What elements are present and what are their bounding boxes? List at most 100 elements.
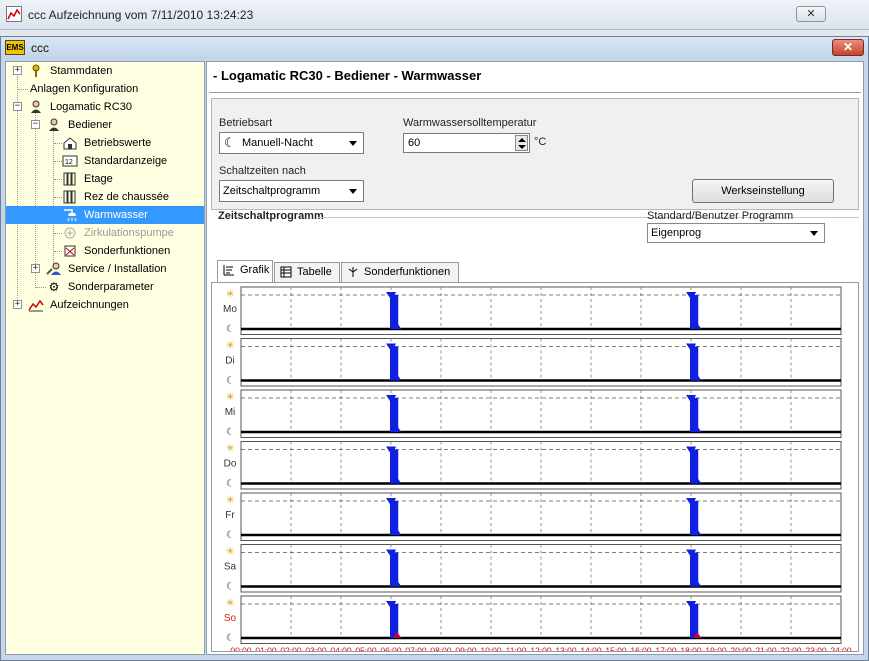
navigation-tree: + Stammdaten Anlagen Konfiguration − Log… [5,61,205,655]
radiator-icon [62,172,78,186]
time-axis-label: 03:00 [305,646,327,652]
time-axis-label: 24:00 [830,646,852,652]
tree-connector [18,89,28,90]
schaltzeiten-label: Schaltzeiten nach [219,165,306,177]
time-axis-label: 13:00 [555,646,577,652]
time-axis-label: 15:00 [605,646,627,652]
tab-tabelle[interactable]: Tabelle [274,262,340,282]
tree-item-etage[interactable]: Etage [62,170,115,188]
tree-item-service-installation[interactable]: Service / Installation [46,260,168,278]
time-axis-label: 23:00 [805,646,827,652]
child-window: EMS ccc ✕ + Stammdaten Anlagen Konfigura… [0,36,869,661]
tree-connector [54,197,62,198]
section-title: Zeitschaltprogramm [218,210,324,222]
arrow-up-icon [518,138,526,142]
sun-icon: ✳ [226,392,234,403]
moon-icon: ☾ [226,479,235,490]
time-axis-label: 20:00 [730,646,752,652]
day-label: Mo [223,304,237,315]
child-close-button[interactable]: ✕ [832,39,864,56]
tree-item-stammdaten[interactable]: Stammdaten [28,62,114,80]
tree-connector [54,251,62,252]
sun-icon: ✳ [226,598,234,609]
tree-connector [35,112,36,288]
tree-item-betriebswerte[interactable]: Betriebswerte [62,134,153,152]
expand-stammdaten-button[interactable]: + [13,66,22,75]
pump-icon [62,226,78,240]
page-title: - Logamatic RC30 - Bediener - Warmwasser [213,68,482,83]
expand-service-button[interactable]: + [31,264,40,273]
tree-connector [54,143,62,144]
time-axis-label: 02:00 [280,646,302,652]
tree-connector [36,287,46,288]
moon-icon: ☾ [226,376,235,387]
outer-close-button[interactable]: ✕ [796,6,826,22]
collapse-logamatic-button[interactable]: − [13,102,22,111]
tree-item-zirkulationspumpe[interactable]: Zirkulationspumpe [62,224,176,242]
time-axis-label: 22:00 [780,646,802,652]
tree-icon [347,266,359,278]
gear-icon: ⚙ [48,280,60,295]
tree-item-warmwasser[interactable]: Warmwasser [6,206,204,224]
day-label: Mi [225,407,236,418]
time-axis-label: 11:00 [506,646,527,652]
time-axis-label: 17:00 [655,646,677,652]
tree-item-sonderfunktionen[interactable]: Sonderfunktionen [62,242,172,260]
tree-item-logamatic-rc30[interactable]: Logamatic RC30 [28,98,134,116]
betriebsart-label: Betriebsart [219,117,273,129]
time-axis-label: 06:00 [380,646,402,652]
chevron-down-icon [810,231,818,236]
chart-icon [28,298,44,312]
tree-item-bediener[interactable]: Bediener [46,116,114,134]
svg-text:12: 12 [65,159,73,166]
program-select[interactable]: Eigenprog [647,223,825,243]
moon-icon: ☾ [224,135,236,150]
tree-connector [54,233,62,234]
day-label: Sa [224,562,237,573]
werkseinstellung-button[interactable]: Werkseinstellung [692,179,834,203]
temperature-stepper[interactable]: 60 [403,133,530,153]
sun-icon: ✳ [226,444,234,455]
time-axis-label: 16:00 [630,646,652,652]
child-window-title: ccc [31,41,49,55]
time-axis-label: 01:00 [255,646,277,652]
house-icon [62,136,78,150]
schaltzeiten-select[interactable]: Zeitschaltprogramm [219,180,364,202]
moon-icon: ☾ [226,427,235,438]
program-label: Standard/Benutzer Programm [647,210,794,222]
time-axis-label: 00:00 [230,646,252,652]
day-label: Di [225,356,234,367]
tree-item-aufzeichnungen[interactable]: Aufzeichnungen [28,296,131,314]
spin-buttons[interactable] [515,135,528,151]
expand-aufzeichnungen-button[interactable]: + [13,300,22,309]
tree-connector [54,179,62,180]
schedule-chart: ✳ ☾ Mo ✳ ☾ Di ✳ ☾ Mi ✳ ☾ Do ✳ ☾ Fr ✳ ☾ Sa ✳ ☾ So 00:00 01:00 02… [211,282,859,656]
sun-icon: ✳ [226,341,234,352]
person-icon [28,100,44,114]
person-icon [46,118,62,132]
tree-connector [53,130,54,266]
time-axis-label: 10:00 [480,646,502,652]
tree-item-anlagen-konfiguration[interactable]: Anlagen Konfiguration [28,80,140,98]
flag-icon [62,244,78,258]
tree-item-standardanzeige[interactable]: 12 Standardanzeige [62,152,169,170]
day-label: Do [224,459,237,470]
settings-group: Betriebsart ☾ Manuell-Nacht Warmwasserso… [211,98,859,210]
display-icon: 12 [62,154,78,168]
tree-item-rez-de-chaussee[interactable]: Rez de chaussée [62,188,171,206]
tree-item-sonderparameter[interactable]: ⚙ Sonderparameter [46,278,156,296]
sun-icon: ✳ [226,289,234,300]
collapse-bediener-button[interactable]: − [31,120,40,129]
tab-grafik[interactable]: Grafik [217,260,273,282]
betriebsart-select[interactable]: ☾ Manuell-Nacht [219,132,364,154]
table-icon [280,266,292,278]
time-axis-label: 12:00 [530,646,552,652]
child-window-titlebar: EMS ccc ✕ [1,37,868,59]
chart-icon [223,264,235,276]
tab-sonderfunktionen[interactable]: Sonderfunktionen [341,262,459,282]
chevron-down-icon [349,141,357,146]
temperature-label: Warmwassersolltemperatur [403,117,537,129]
time-axis-label: 18:00 [680,646,702,652]
tree-connector [54,161,62,162]
moon-icon: ☾ [226,582,235,593]
